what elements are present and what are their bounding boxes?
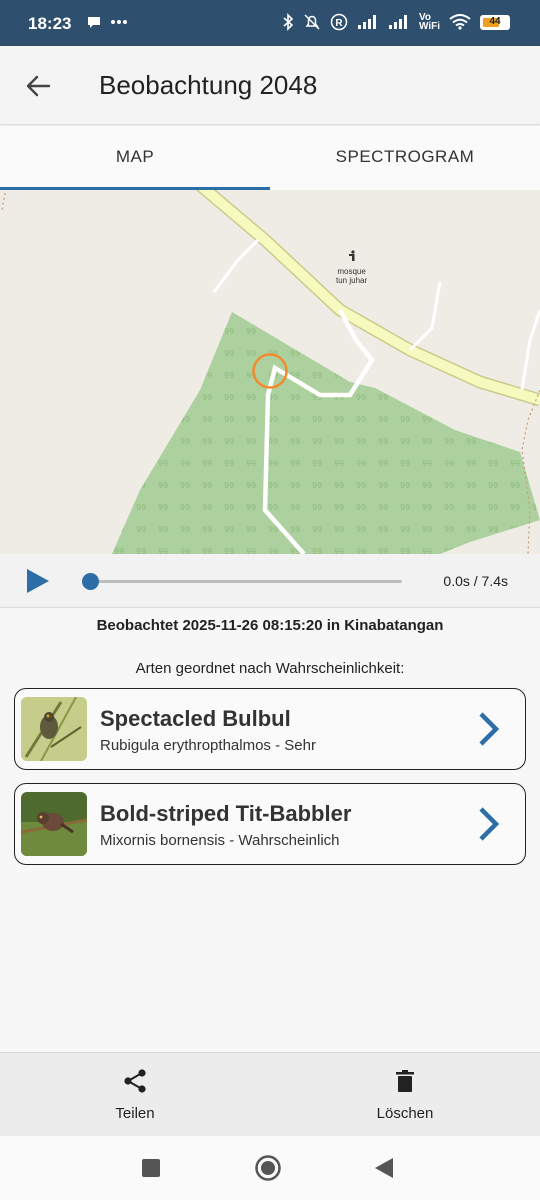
track-dashed <box>521 389 540 554</box>
play-icon <box>27 569 49 593</box>
recents-button[interactable] <box>136 1153 166 1183</box>
signal-icon <box>357 12 379 32</box>
home-button[interactable] <box>253 1153 283 1183</box>
share-icon <box>124 1069 146 1093</box>
path-1 <box>212 238 260 293</box>
battery-icon: 44 <box>480 14 510 30</box>
poi-label: mosque tun juhar <box>336 267 367 285</box>
delete-button[interactable]: Löschen <box>270 1053 540 1136</box>
poi-label-line1: mosque <box>337 267 366 276</box>
share-label: Teilen <box>115 1105 155 1122</box>
arrow-back-icon <box>26 75 51 97</box>
status-time: 18:23 <box>28 14 72 33</box>
species-card-spectacled-bulbul[interactable]: Spectacled Bulbul Rubigula erythropthalm… <box>14 688 526 770</box>
share-button[interactable]: Teilen <box>0 1053 270 1136</box>
square-icon <box>142 1159 160 1177</box>
trash-icon <box>396 1070 414 1092</box>
species-common-name: Bold-striped Tit-Babbler <box>100 801 352 826</box>
bottom-action-bar: Teilen Löschen <box>0 1052 540 1136</box>
time-readout: 0.0s / 7.4s <box>443 573 508 589</box>
chevron-right-icon <box>479 712 500 746</box>
app-bar: Beobachtung 2048 <box>0 46 540 124</box>
triangle-back-icon <box>375 1158 393 1178</box>
play-button[interactable] <box>24 567 52 595</box>
system-nav-bar <box>0 1136 540 1200</box>
nav-back-button[interactable] <box>370 1153 400 1183</box>
audio-player: 0.0s / 7.4s <box>0 554 540 608</box>
chevron-right-icon <box>479 807 500 841</box>
tab-bar: MAP SPECTROGRAM <box>0 126 540 190</box>
path-4 <box>520 309 540 391</box>
vowifi-icon: Vo WiFi <box>418 12 440 32</box>
status-bar: 18:23 R Vo WiFi 44 <box>0 0 540 46</box>
signal-icon <box>388 12 410 32</box>
species-photo <box>21 792 87 856</box>
back-button[interactable] <box>20 68 56 104</box>
species-sorted-label: Arten geordnet nach Wahrscheinlichkeit: <box>135 660 405 677</box>
registered-icon: R <box>330 12 348 32</box>
map-view[interactable]: 99 mosque tun juhar <box>0 190 540 554</box>
map-canvas: 99 <box>1 190 540 554</box>
poi-label-line2: tun juhar <box>336 276 368 285</box>
tab-spectrogram[interactable]: SPECTROGRAM <box>270 126 540 190</box>
species-card-bold-striped-tit-babbler[interactable]: Bold-striped Tit-Babbler Mixornis bornen… <box>14 783 526 865</box>
path-3 <box>408 281 442 352</box>
wifi-icon <box>449 12 471 32</box>
chat-bubble-icon <box>86 12 102 32</box>
svg-text:R: R <box>335 18 343 29</box>
more-dots-icon <box>110 12 128 32</box>
page-title: Beobachtung 2048 <box>99 70 318 100</box>
species-photo <box>21 697 87 761</box>
species-subtitle: Rubigula erythropthalmos - Sehr <box>100 737 316 754</box>
seek-thumb[interactable] <box>82 573 99 590</box>
home-circle-icon <box>255 1155 281 1181</box>
tab-map[interactable]: MAP <box>0 126 270 190</box>
species-common-name: Spectacled Bulbul <box>100 706 291 731</box>
mosque-icon <box>347 250 359 262</box>
species-subtitle: Mixornis bornensis - Wahrscheinlich <box>100 832 340 849</box>
seek-track[interactable] <box>90 580 402 583</box>
delete-label: Löschen <box>376 1105 434 1122</box>
bell-muted-icon <box>303 12 321 32</box>
observed-text: Beobachtet 2025-11-26 08:15:20 in Kinaba… <box>96 617 444 634</box>
bluetooth-icon <box>282 12 294 32</box>
battery-level: 44 <box>489 15 501 27</box>
